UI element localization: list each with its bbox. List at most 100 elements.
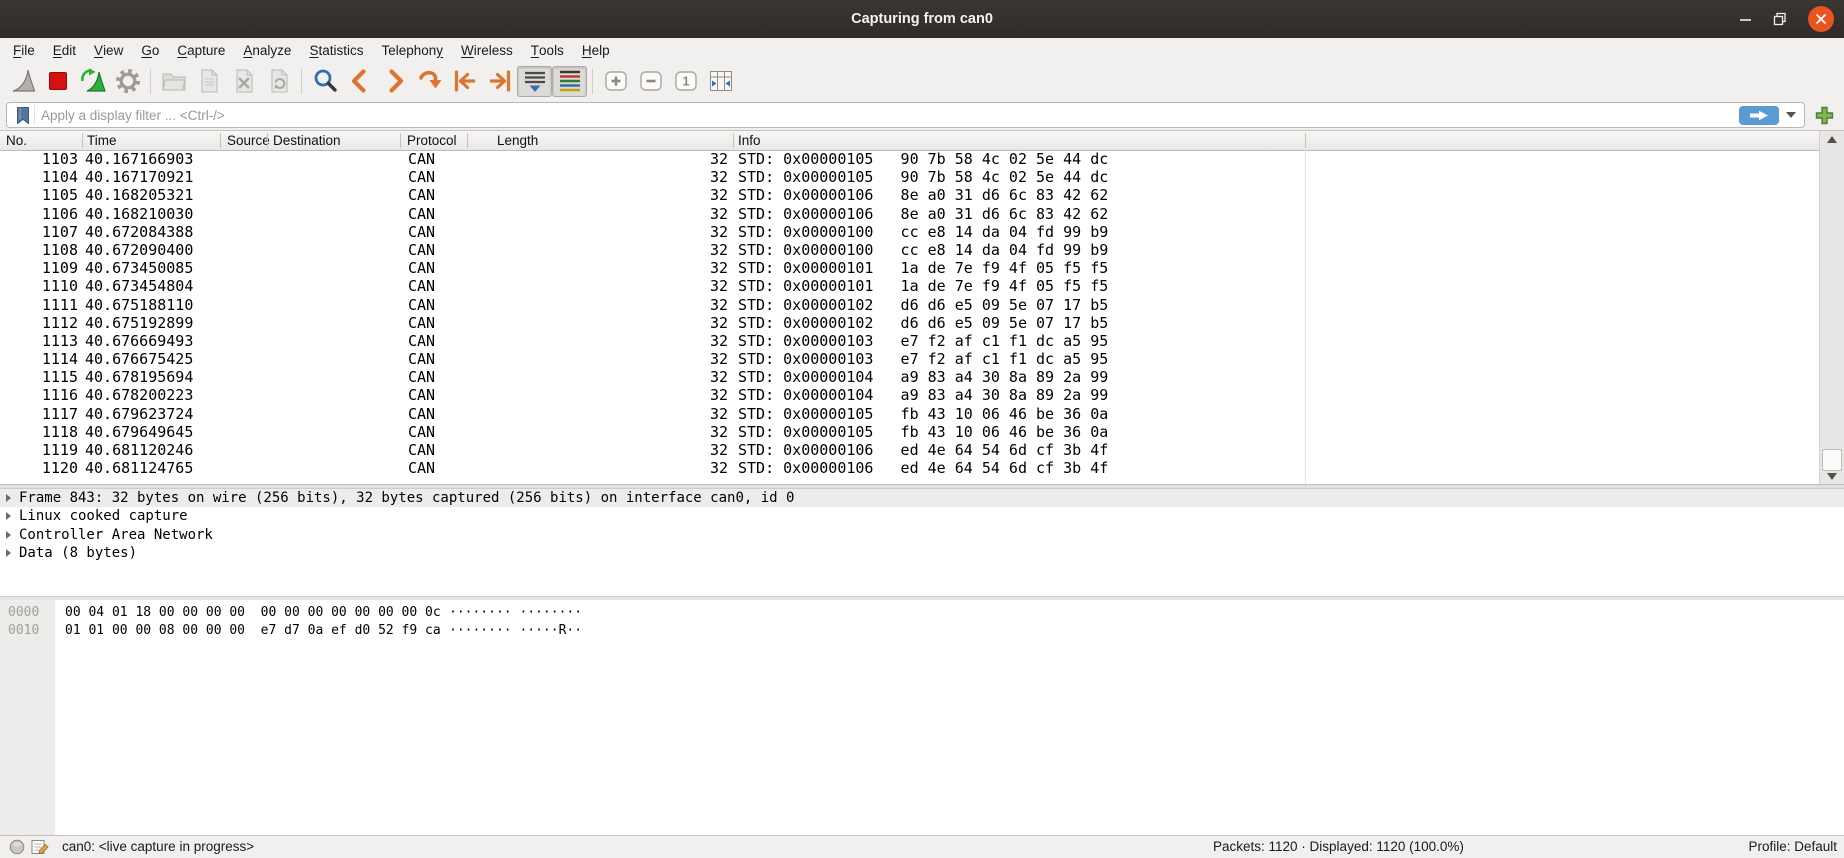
go-first-button[interactable]: [447, 66, 482, 97]
zoom-original-button[interactable]: 1: [668, 66, 703, 97]
scrollbar-up-icon[interactable]: [1820, 131, 1844, 148]
wireshark-window: Capturing from can0 FileEditViewGoCaptur…: [0, 0, 1844, 858]
auto-scroll-button[interactable]: [517, 66, 552, 97]
menu-capture[interactable]: Capture: [168, 38, 234, 62]
cell-proto: CAN: [408, 150, 435, 168]
go-last-button[interactable]: [482, 66, 517, 97]
capture-options-button[interactable]: [110, 66, 145, 97]
packet-row[interactable]: 110440.167170921CAN32STD: 0x00000105 90 …: [0, 168, 1819, 186]
column-header-destination[interactable]: Destination: [273, 131, 341, 150]
packet-row[interactable]: 111040.673454804CAN32STD: 0x00000101 1a …: [0, 277, 1819, 295]
hex-dump-line[interactable]: 000000 04 01 18 00 00 00 00 00 00 00 00 …: [0, 604, 1844, 622]
scrollbar-down-icon[interactable]: [1820, 468, 1844, 485]
filter-bookmark-icon[interactable]: [12, 105, 35, 125]
cell-proto: CAN: [408, 405, 435, 423]
column-header-protocol[interactable]: Protocol: [407, 131, 457, 150]
cell-no: 1116: [0, 386, 78, 404]
packet-row[interactable]: 111340.676669493CAN32STD: 0x00000103 e7 …: [0, 332, 1819, 350]
add-filter-button-plus-icon[interactable]: [1810, 102, 1838, 128]
packet-list-scrollbar[interactable]: [1819, 131, 1844, 485]
detail-tree-item[interactable]: Linux cooked capture: [0, 507, 1844, 525]
column-divider[interactable]: [267, 133, 268, 148]
packet-row[interactable]: 111840.679649645CAN32STD: 0x00000105 fb …: [0, 423, 1819, 441]
packet-row[interactable]: 111740.679623724CAN32STD: 0x00000105 fb …: [0, 405, 1819, 423]
packet-row[interactable]: 110540.168205321CAN32STD: 0x00000106 8e …: [0, 186, 1819, 204]
colorize-button[interactable]: [552, 66, 587, 97]
column-header-length[interactable]: Length: [497, 131, 538, 150]
filter-dropdown-caret-icon[interactable]: [1786, 112, 1796, 118]
hex-dump-line[interactable]: 001001 01 00 00 08 00 00 00 e7 d7 0a ef …: [0, 622, 1844, 640]
detail-tree-item[interactable]: Frame 843: 32 bytes on wire (256 bits), …: [0, 489, 1844, 507]
menu-telephony[interactable]: Telephony: [372, 38, 452, 62]
toolbar-separator: [592, 69, 593, 94]
expand-arrow-icon[interactable]: [6, 549, 11, 557]
menu-go[interactable]: Go: [132, 38, 168, 62]
column-header-info[interactable]: Info: [738, 131, 761, 150]
capture-restart-button[interactable]: [75, 66, 110, 97]
column-header-source[interactable]: Source: [227, 131, 270, 150]
menu-statistics[interactable]: Statistics: [300, 38, 372, 62]
capture-comment-icon[interactable]: [31, 838, 49, 858]
menu-file[interactable]: File: [4, 38, 44, 62]
display-filter-input[interactable]: [39, 107, 1739, 124]
capture-stop-button[interactable]: [40, 66, 75, 97]
resize-columns-button[interactable]: [703, 66, 738, 97]
cell-len: 32: [648, 314, 728, 332]
find-button[interactable]: [307, 66, 342, 97]
column-divider[interactable]: [220, 133, 221, 148]
column-divider[interactable]: [467, 133, 468, 148]
go-back-button[interactable]: [342, 66, 377, 97]
column-divider[interactable]: [82, 133, 83, 148]
minimize-button[interactable]: [1739, 13, 1752, 26]
detail-tree-item[interactable]: Data (8 bytes): [0, 544, 1844, 562]
menu-wireless[interactable]: Wireless: [452, 38, 522, 62]
menubar: FileEditViewGoCaptureAnalyzeStatisticsTe…: [0, 38, 1844, 62]
cell-time: 40.676669493: [85, 332, 193, 350]
packet-row[interactable]: 110340.167166903CAN32STD: 0x00000105 90 …: [0, 150, 1819, 168]
menu-analyze[interactable]: Analyze: [234, 38, 300, 62]
column-divider[interactable]: [400, 133, 401, 148]
packet-row[interactable]: 110740.672084388CAN32STD: 0x00000100 cc …: [0, 223, 1819, 241]
go-to-packet-button[interactable]: [412, 66, 447, 97]
close-button[interactable]: [1808, 6, 1834, 32]
expand-arrow-icon[interactable]: [6, 531, 11, 539]
packet-row[interactable]: 110640.168210030CAN32STD: 0x00000106 8e …: [0, 205, 1819, 223]
detail-tree-item[interactable]: Controller Area Network: [0, 526, 1844, 544]
packet-row[interactable]: 111240.675192899CAN32STD: 0x00000102 d6 …: [0, 314, 1819, 332]
packet-row[interactable]: 112040.681124765CAN32STD: 0x00000106 ed …: [0, 459, 1819, 477]
menu-edit[interactable]: Edit: [44, 38, 85, 62]
zoom-in-button[interactable]: [598, 66, 633, 97]
go-forward-button[interactable]: [377, 66, 412, 97]
expand-arrow-icon[interactable]: [6, 512, 11, 520]
packet-row[interactable]: 111540.678195694CAN32STD: 0x00000104 a9 …: [0, 368, 1819, 386]
cell-proto: CAN: [408, 332, 435, 350]
packet-row[interactable]: 111940.681120246CAN32STD: 0x00000106 ed …: [0, 441, 1819, 459]
apply-filter-button[interactable]: [1739, 106, 1779, 125]
menu-help[interactable]: Help: [573, 38, 619, 62]
cell-len: 32: [648, 350, 728, 368]
packet-row[interactable]: 111440.676675425CAN32STD: 0x00000103 e7 …: [0, 350, 1819, 368]
column-divider[interactable]: [733, 133, 734, 148]
expand-arrow-icon[interactable]: [6, 494, 11, 502]
capture-start-icon: [9, 67, 37, 95]
cell-info: STD: 0x00000105 fb 43 10 06 46 be 36 0a: [738, 405, 1108, 423]
cell-len: 32: [648, 150, 728, 168]
display-filter-field[interactable]: [6, 102, 1805, 128]
zoom-out-button[interactable]: [633, 66, 668, 97]
menu-view[interactable]: View: [85, 38, 132, 62]
toolbar-separator: [150, 69, 151, 94]
column-header-no[interactable]: No.: [6, 131, 27, 150]
expert-info-icon[interactable]: [9, 839, 25, 858]
cell-no: 1115: [0, 368, 78, 386]
menu-tools[interactable]: Tools: [522, 38, 573, 62]
packet-row[interactable]: 110840.672090400CAN32STD: 0x00000100 cc …: [0, 241, 1819, 259]
column-header-time[interactable]: Time: [87, 131, 117, 150]
packet-row[interactable]: 111140.675188110CAN32STD: 0x00000102 d6 …: [0, 296, 1819, 314]
column-divider[interactable]: [1305, 133, 1306, 148]
packet-list: 110340.167166903CAN32STD: 0x00000105 90 …: [0, 150, 1819, 485]
packet-row[interactable]: 110940.673450085CAN32STD: 0x00000101 1a …: [0, 259, 1819, 277]
profile-button[interactable]: Profile: Default: [1748, 836, 1837, 858]
packet-row[interactable]: 111640.678200223CAN32STD: 0x00000104 a9 …: [0, 386, 1819, 404]
restore-button[interactable]: [1773, 12, 1787, 26]
cell-proto: CAN: [408, 168, 435, 186]
